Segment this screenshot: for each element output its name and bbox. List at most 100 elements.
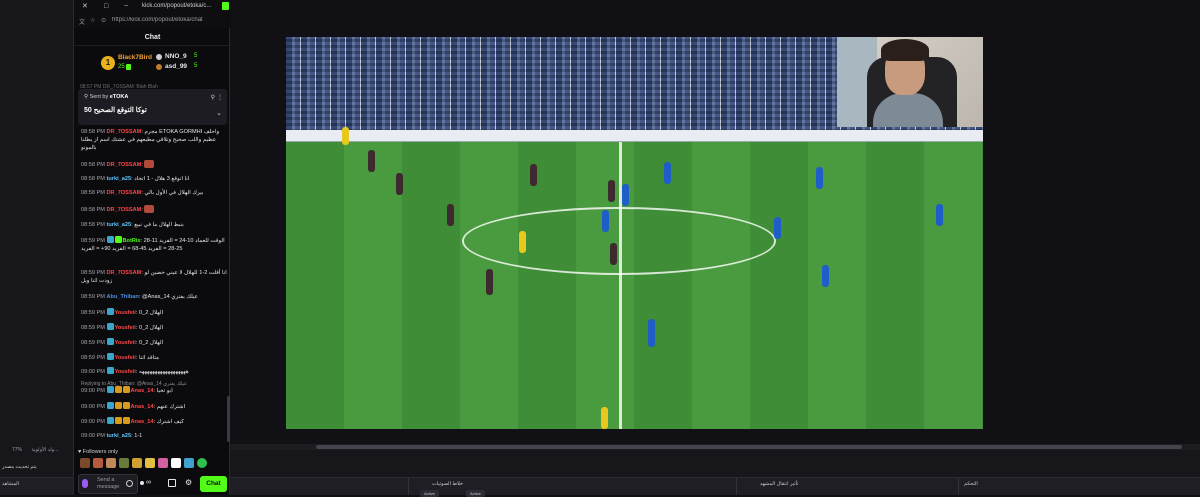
message-username[interactable]: Anas_14: [131, 388, 154, 394]
address-bar[interactable]: 文 ☆ ⊙ https://kick.com/popout/etoka/chat: [74, 14, 231, 28]
leader-third-name[interactable]: asd_99: [165, 63, 187, 70]
emote-icon[interactable]: [93, 458, 103, 468]
chat-message[interactable]: 08:59 PM Yousfeii: الهلال 2_0: [81, 308, 227, 317]
user-badge-icon: [106, 367, 114, 374]
chat-message[interactable]: 09:00 PM Yousfeii: ههههههههههههههههههه: [81, 367, 227, 376]
message-text: كيف اشترك: [156, 419, 184, 425]
message-time: 09:00 PM: [81, 419, 105, 425]
message-text: ههههههههههههههههههه: [138, 369, 189, 375]
chat-message[interactable]: 08:58 PM turki_a25: بنبط الهلال ما في نب…: [81, 221, 227, 229]
chat-message[interactable]: 09:00 PM turki_a25: 1-1: [81, 432, 227, 440]
gear-icon[interactable]: ⚙: [185, 478, 192, 487]
message-username[interactable]: Yousfeii: [115, 355, 136, 361]
leader-second-name[interactable]: NNO_9: [165, 53, 187, 60]
chat-message[interactable]: 08:59 PM DR_7OSSAM: انا أقلت 2-1 للهلال …: [81, 269, 227, 285]
emote-icon[interactable]: [145, 458, 155, 468]
emote-icon[interactable]: [171, 458, 181, 468]
leader-first-name[interactable]: Black7Bird: [118, 54, 152, 61]
player: [530, 164, 537, 186]
chat-message[interactable]: 09:00 PM Anas_14: ابو تحيا: [81, 386, 227, 395]
more-options-icon[interactable]: ⋮: [217, 94, 223, 101]
chat-message[interactable]: 08:59 PM Yousfeii: متاقد اثنا: [81, 353, 227, 362]
chat-message[interactable]: 08:58 PM DR_7OSSAM:: [81, 205, 227, 214]
chat-message[interactable]: 08:58 PM DR_7OSSAM: مجرم ETOKA GORMHI وا…: [81, 128, 227, 152]
bookmark-icon[interactable]: ☆: [90, 17, 95, 24]
emote-icon[interactable]: [132, 458, 142, 468]
emote-icon[interactable]: [106, 458, 116, 468]
chat-message[interactable]: 08:59 PM Yousfeii: الهلال 2_0: [81, 338, 227, 347]
leader-first-count: 25: [118, 64, 125, 70]
chat-title: Chat: [74, 30, 231, 46]
message-username[interactable]: BotRix: [123, 238, 141, 244]
rank-badge: 1: [101, 56, 115, 70]
message-time: 08:59 PM: [81, 325, 105, 331]
mixer-active-button[interactable]: Active: [420, 490, 439, 497]
message-username[interactable]: Yousfeii: [115, 325, 136, 331]
chat-messages[interactable]: 08:58 PM DR_7OSSAM: مجرم ETOKA GORMHI وا…: [74, 128, 231, 446]
message-time: 08:59 PM: [81, 310, 105, 316]
message-username[interactable]: DR_7OSSAM: [107, 129, 142, 135]
message-username[interactable]: Anas_14: [131, 419, 154, 425]
chat-message[interactable]: 08:59 PM Yousfeii: الهلال 2_0: [81, 323, 227, 332]
minimize-icon[interactable]: −: [124, 3, 128, 10]
gift-icon[interactable]: [168, 479, 176, 487]
chat-popout-window: ✕ □ − kick.com/popout/etoka/c... 文 ☆ ⊙ h…: [73, 0, 231, 495]
pinned-message[interactable]: ⚲ Sent by eTOKA ⚲ ⋮ توكا التوقع الصحيح 5…: [78, 89, 227, 125]
message-username[interactable]: DR_7OSSAM: [107, 207, 142, 213]
gift-icon: [126, 64, 131, 70]
mixer-active-button[interactable]: Active: [466, 490, 485, 497]
message-username[interactable]: Abu_Thiban: [107, 294, 139, 300]
transitions-dock[interactable]: تأثير انتقال المشهد: [740, 479, 954, 495]
translate-icon[interactable]: 文: [79, 17, 85, 26]
chat-message[interactable]: 08:58 PM turki_a25: انا اتوقع 3 هلال - 1…: [81, 175, 227, 183]
message-username[interactable]: DR_7OSSAM: [107, 162, 142, 168]
gift-leaderboard[interactable]: 1 Black7Bird 25 NNO_9 5 asd_99 5: [74, 48, 231, 80]
scrollbar-thumb[interactable]: [316, 445, 1182, 449]
chevron-down-icon[interactable]: ⌄: [216, 109, 222, 117]
chat-send-button[interactable]: Chat: [200, 476, 227, 492]
emote-icon[interactable]: [158, 458, 168, 468]
emote-icon[interactable]: [184, 458, 194, 468]
unpin-icon[interactable]: ⚲: [211, 94, 215, 101]
message-username[interactable]: Anas_14: [131, 404, 154, 410]
message-time: 08:59 PM: [81, 355, 105, 361]
emote-icon[interactable]: [80, 458, 90, 468]
chat-message[interactable]: 09:00 PM Anas_14: اشترك عنهم: [81, 402, 227, 411]
message-time: 08:59 PM: [81, 238, 105, 244]
emote-icon[interactable]: [119, 458, 129, 468]
message-username[interactable]: DR_7OSSAM: [107, 190, 142, 196]
emote-icon: [144, 160, 155, 168]
message-username[interactable]: Yousfeii: [115, 310, 136, 316]
chat-message[interactable]: 08:59 PM BotRix: الوقت للعماد 10-24 = ال…: [81, 236, 227, 253]
chat-message[interactable]: 08:58 PM DR_7OSSAM:: [81, 160, 227, 169]
audio-mixer-dock[interactable]: خلاط الصوتيات Active Active: [412, 479, 732, 497]
close-icon[interactable]: ✕: [82, 3, 88, 10]
chat-message[interactable]: 08:58 PM DR_7OSSAM: بيرك الهلال في الأول…: [81, 189, 227, 197]
controls-dock[interactable]: التحكم: [962, 479, 1198, 495]
emote-bar[interactable]: [78, 458, 228, 470]
emote-icon[interactable]: [197, 458, 207, 468]
player: [936, 204, 943, 226]
emoji-icon[interactable]: [126, 480, 133, 487]
message-text: الهلال 2_0: [138, 340, 164, 346]
message-time: 09:00 PM: [81, 404, 105, 410]
message-username[interactable]: turki_a25: [107, 176, 132, 182]
referee: [601, 407, 608, 429]
chat-scrollbar[interactable]: [227, 396, 230, 442]
message-username[interactable]: DR_7OSSAM: [107, 270, 142, 276]
maximize-icon[interactable]: □: [104, 3, 108, 10]
scenes-dock[interactable]: المشاهد: [0, 477, 74, 495]
message-username[interactable]: turki_a25: [107, 222, 132, 228]
message-text: بيرك الهلال في الأول بالي: [144, 190, 204, 196]
message-username[interactable]: Yousfeii: [115, 340, 136, 346]
infinity-icon[interactable]: ∞: [146, 479, 151, 486]
mic-icon[interactable]: [82, 479, 88, 488]
leader-third-count: 5: [194, 63, 198, 69]
message-username[interactable]: Yousfeii: [115, 369, 136, 375]
advertising-board: [286, 130, 983, 142]
message-username[interactable]: turki_a25: [107, 433, 132, 439]
message-text: @Anas_14 عيلك يفتري: [141, 294, 198, 300]
chat-message[interactable]: 09:00 PM Anas_14: كيف اشترك: [81, 417, 227, 426]
chat-message[interactable]: 08:59 PM Abu_Thiban: @Anas_14 عيلك يفتري: [81, 293, 227, 301]
player: [396, 173, 403, 195]
